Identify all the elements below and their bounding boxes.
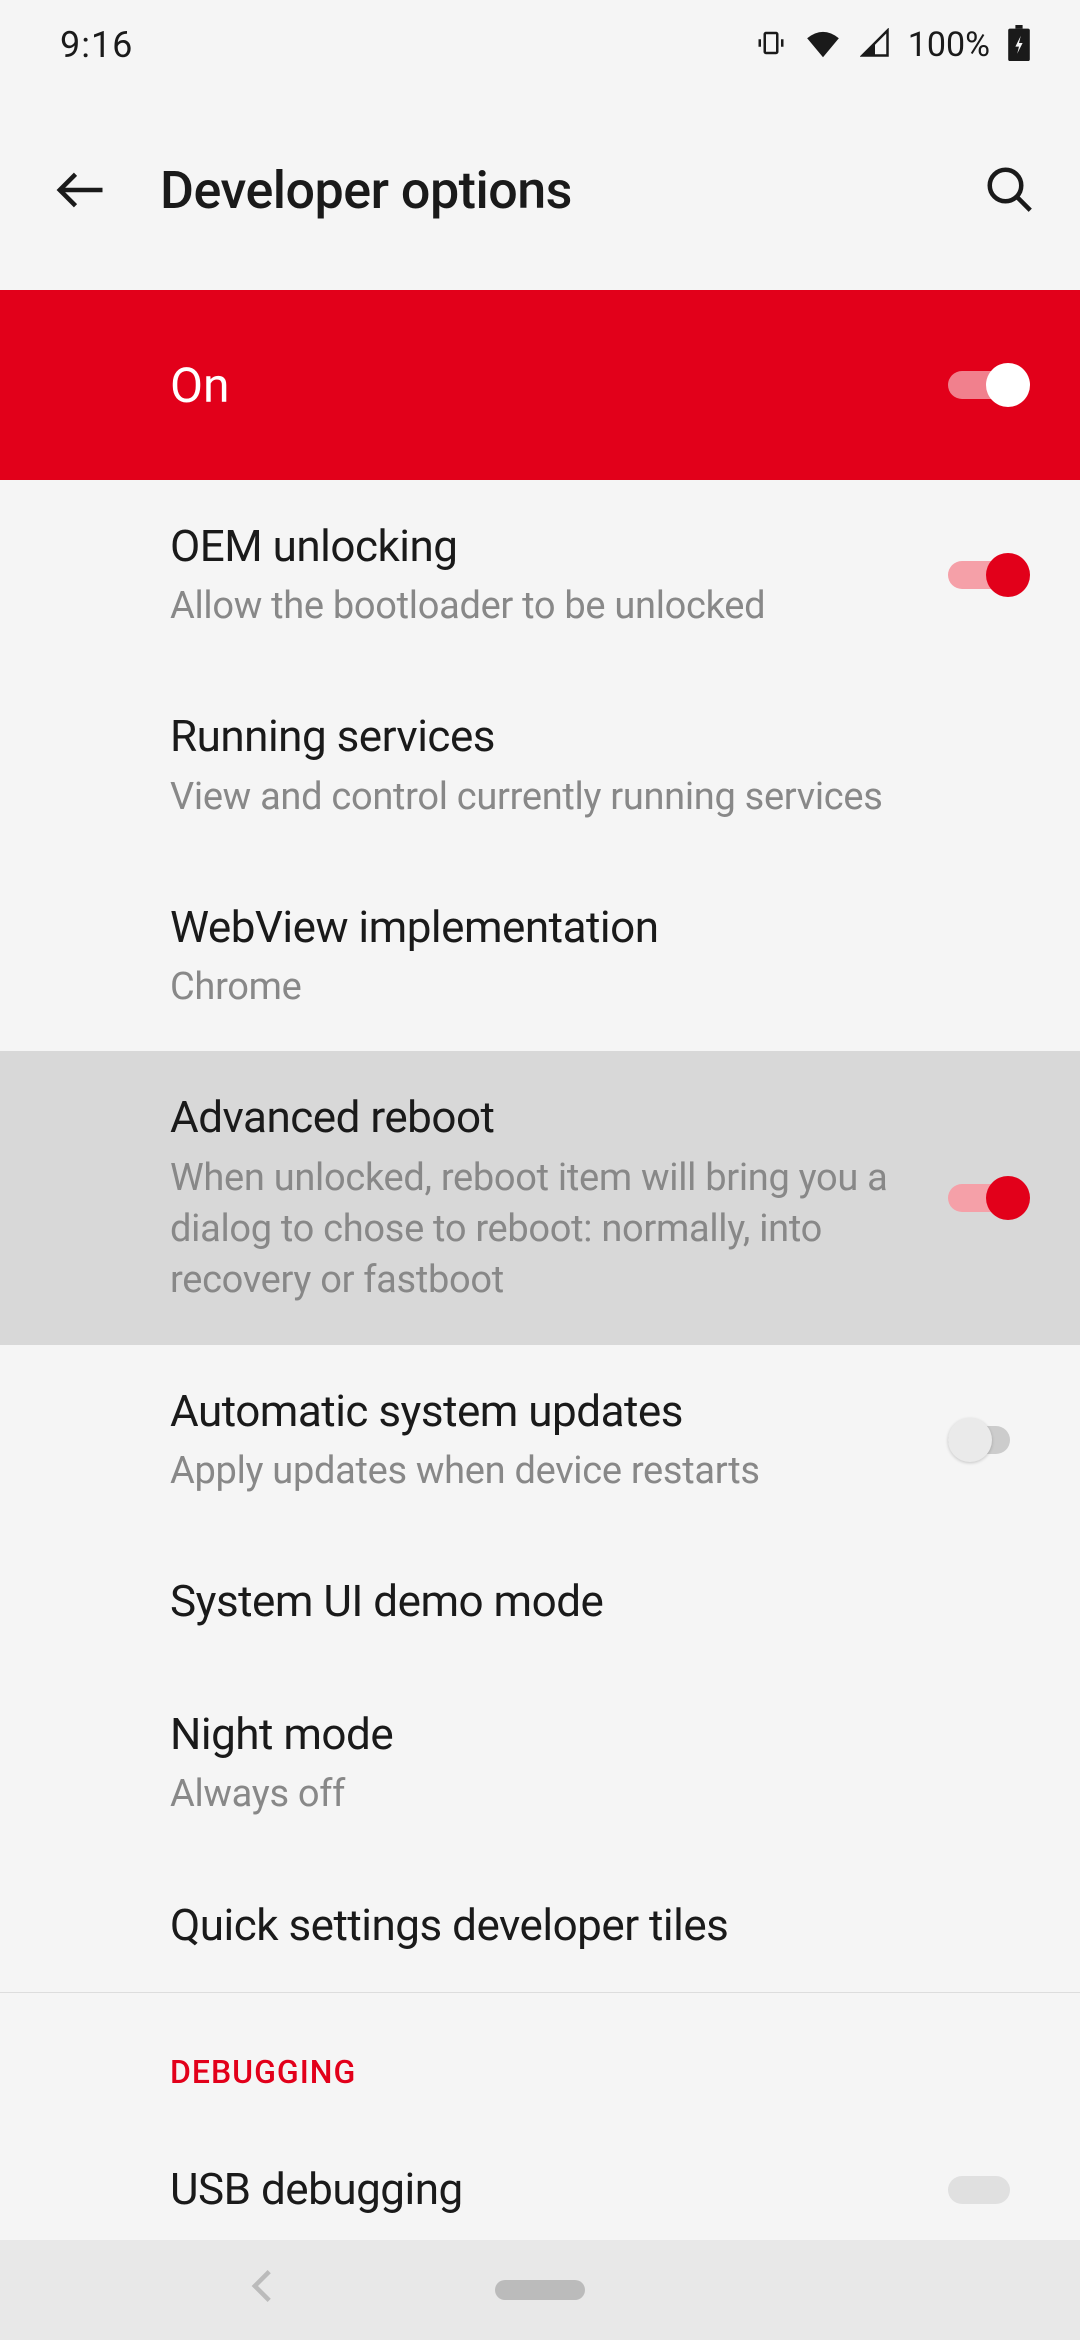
setting-title: Quick settings developer tiles xyxy=(170,1897,1010,1954)
setting-title: Advanced reboot xyxy=(170,1089,928,1146)
setting-webview-implementation[interactable]: WebView implementation Chrome xyxy=(0,861,1080,1051)
setting-title: WebView implementation xyxy=(170,899,1010,956)
nav-home-pill[interactable] xyxy=(495,2280,585,2300)
page-title: Developer options xyxy=(160,160,980,221)
setting-title: System UI demo mode xyxy=(170,1573,1010,1630)
back-button[interactable] xyxy=(50,160,110,220)
setting-subtitle: Always off xyxy=(170,1769,1010,1820)
setting-subtitle: When unlocked, reboot item will bring yo… xyxy=(170,1153,928,1307)
setting-night-mode[interactable]: Night mode Always off xyxy=(0,1668,1080,1858)
nav-back-button[interactable] xyxy=(250,2268,274,2313)
arrow-left-icon xyxy=(53,163,107,217)
header: Developer options xyxy=(0,90,1080,290)
advanced-reboot-toggle[interactable] xyxy=(948,1176,1030,1220)
vibrate-icon xyxy=(756,26,786,64)
setting-running-services[interactable]: Running services View and control curren… xyxy=(0,670,1080,860)
master-toggle-label: On xyxy=(170,357,948,414)
status-icons: 100% xyxy=(756,25,1030,65)
oem-unlocking-toggle[interactable] xyxy=(948,553,1030,597)
setting-usb-debugging[interactable]: USB debugging xyxy=(0,2111,1080,2241)
setting-title: USB debugging xyxy=(170,2161,928,2218)
setting-automatic-system-updates[interactable]: Automatic system updates Apply updates w… xyxy=(0,1345,1080,1535)
setting-oem-unlocking[interactable]: OEM unlocking Allow the bootloader to be… xyxy=(0,480,1080,670)
master-toggle-row[interactable]: On xyxy=(0,290,1080,480)
wifi-icon xyxy=(804,28,842,62)
master-toggle-switch[interactable] xyxy=(948,363,1030,407)
battery-icon xyxy=(1008,25,1030,65)
navigation-bar xyxy=(0,2240,1080,2340)
status-bar: 9:16 100% xyxy=(0,0,1080,90)
usb-debugging-toggle[interactable] xyxy=(948,2168,1030,2212)
setting-title: OEM unlocking xyxy=(170,518,928,575)
settings-list: OEM unlocking Allow the bootloader to be… xyxy=(0,480,1080,2241)
search-button[interactable] xyxy=(980,160,1040,220)
setting-title: Night mode xyxy=(170,1706,1010,1763)
setting-subtitle: Allow the bootloader to be unlocked xyxy=(170,581,928,632)
setting-quick-settings-tiles[interactable]: Quick settings developer tiles xyxy=(0,1859,1080,1992)
setting-subtitle: View and control currently running servi… xyxy=(170,772,1010,823)
setting-subtitle: Chrome xyxy=(170,962,1010,1013)
battery-percent: 100% xyxy=(908,25,990,65)
setting-title: Running services xyxy=(170,708,1010,765)
setting-advanced-reboot[interactable]: Advanced reboot When unlocked, reboot it… xyxy=(0,1051,1080,1344)
chevron-left-icon xyxy=(250,2268,274,2304)
signal-icon xyxy=(860,28,890,62)
setting-subtitle: Apply updates when device restarts xyxy=(170,1446,928,1497)
section-header-debugging: DEBUGGING xyxy=(0,1993,1080,2111)
status-time: 9:16 xyxy=(60,24,133,66)
automatic-updates-toggle[interactable] xyxy=(948,1418,1030,1462)
setting-system-ui-demo-mode[interactable]: System UI demo mode xyxy=(0,1535,1080,1668)
search-icon xyxy=(983,163,1037,217)
setting-title: Automatic system updates xyxy=(170,1383,928,1440)
